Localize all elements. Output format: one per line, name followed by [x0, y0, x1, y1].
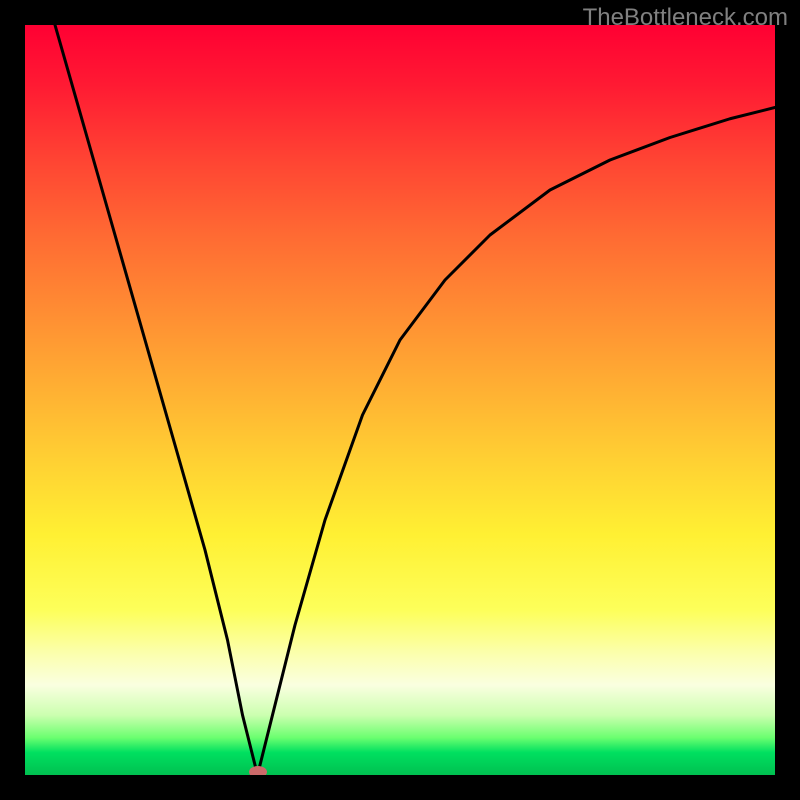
optimal-point-marker [249, 766, 267, 775]
bottleneck-curve [25, 25, 775, 775]
watermark-text: TheBottleneck.com [583, 4, 788, 32]
chart-frame: TheBottleneck.com [0, 0, 800, 800]
curve-path [55, 25, 775, 775]
plot-area [25, 25, 775, 775]
